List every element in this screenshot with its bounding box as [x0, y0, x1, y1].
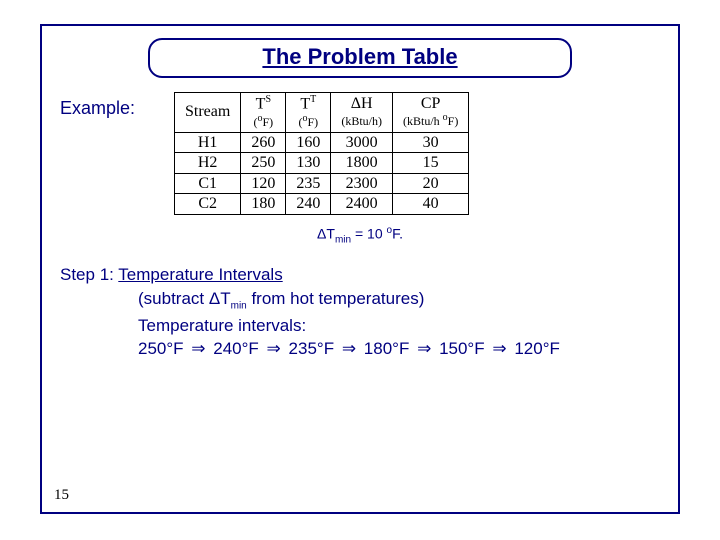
col-ts: TS (oF) [241, 93, 286, 133]
delta-t-min: ΔTmin = 10 oF. [60, 225, 660, 245]
example-label: Example: [60, 92, 170, 119]
step-1-chain: 250°F ⇒ 240°F ⇒ 235°F ⇒ 180°F ⇒ 150°F ⇒ … [138, 337, 660, 361]
step-1-block: Step 1: Temperature Intervals (subtract … [60, 263, 660, 361]
title-box: The Problem Table [148, 38, 572, 78]
col-cp: CP (kBtu/h oF) [393, 93, 469, 133]
arrow-icon: ⇒ [188, 337, 208, 361]
arrow-icon: ⇒ [414, 337, 434, 361]
example-row: Example: Stream TS (oF) TT (oF) ΔH (kBtu… [60, 92, 660, 215]
col-tt: TT (oF) [286, 93, 331, 133]
page-title: The Problem Table [262, 44, 457, 69]
step-1-line3: Temperature intervals: [138, 314, 660, 338]
col-dh: ΔH (kBtu/h) [331, 93, 393, 133]
table-row: H2 250 130 1800 15 [175, 153, 469, 174]
step-1-line2: (subtract ΔTmin from hot temperatures) [138, 287, 660, 313]
slide-frame: The Problem Table Example: Stream TS (oF… [40, 24, 680, 514]
step-1-line1: Step 1: Temperature Intervals [60, 263, 660, 287]
table-header-row: Stream TS (oF) TT (oF) ΔH (kBtu/h) CP (k… [175, 93, 469, 133]
table-row: H1 260 160 3000 30 [175, 132, 469, 153]
arrow-icon: ⇒ [339, 337, 359, 361]
col-stream: Stream [175, 93, 241, 133]
arrow-icon: ⇒ [264, 337, 284, 361]
arrow-icon: ⇒ [489, 337, 509, 361]
stream-table: Stream TS (oF) TT (oF) ΔH (kBtu/h) CP (k… [174, 92, 469, 215]
table-row: C1 120 235 2300 20 [175, 173, 469, 194]
table-row: C2 180 240 2400 40 [175, 194, 469, 215]
page-number: 15 [54, 487, 69, 504]
